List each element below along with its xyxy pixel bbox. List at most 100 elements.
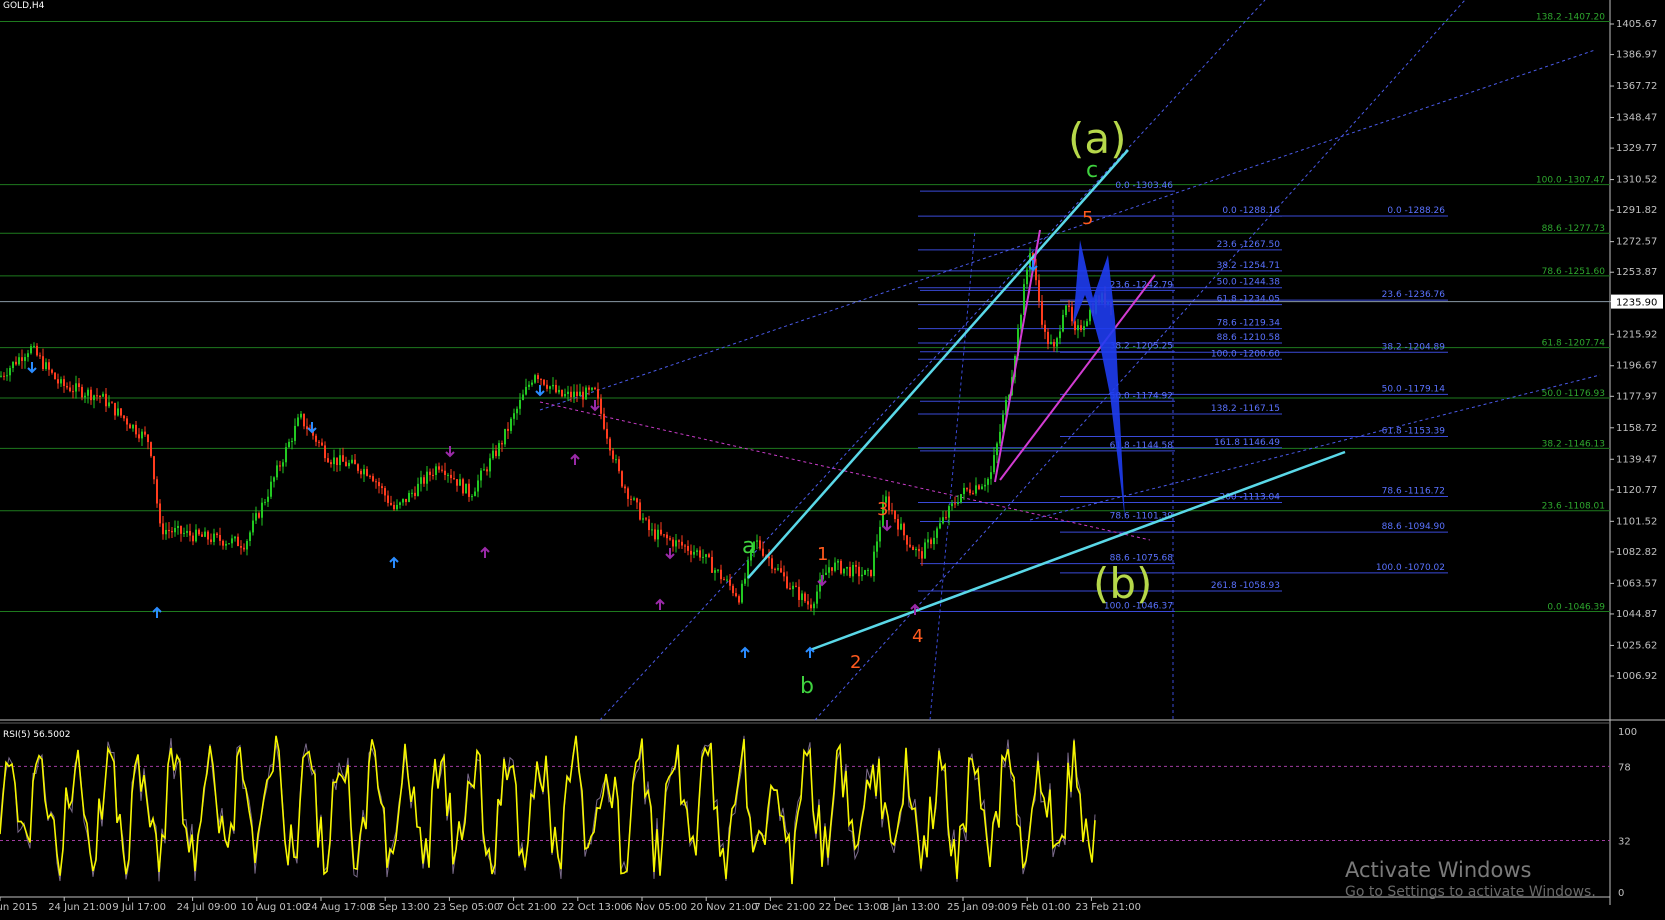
candle-body [351,459,353,463]
candle-body [129,424,131,429]
time-tick-label: 20 Nov 21:00 [690,902,757,913]
candle-body [462,479,464,494]
candle-body [636,498,638,503]
cyan-trend-line-upper [747,149,1129,579]
candle-body [780,568,782,573]
candle-body [195,529,197,542]
fib-right-level-label: 50.0 -1179.14 [1382,384,1446,394]
candle-body [1089,309,1091,322]
candle-body [210,539,212,542]
price-tick-label: 1386.97 [1616,50,1657,61]
candle-body [543,379,545,385]
candle-body [153,456,155,480]
candle-body [63,379,65,387]
candle-body [168,529,170,532]
wave-label-2: 2 [850,652,861,673]
candle-body [15,361,17,365]
candle-body [618,459,620,472]
candle-body [915,548,917,551]
candle-body [339,455,341,466]
candle-body [255,513,257,521]
candle-body [69,387,71,392]
candle-body [147,434,149,443]
candle-body [384,488,386,496]
activate-windows-title: Activate Windows [1345,858,1532,882]
candle-body [60,379,62,384]
candle-body [828,567,830,573]
candle-body [0,375,2,377]
candle-body [834,562,836,571]
candle-body [984,484,986,487]
candle-body [156,479,158,504]
candle-body [708,554,710,557]
fib-mid-level-label: 50.0 -1244.38 [1217,278,1281,288]
candle-body [720,569,722,580]
candle-body [513,413,515,419]
candle-body [948,506,950,518]
fib-right-level-label: 78.6 -1116.72 [1382,486,1445,496]
candle-body [681,541,683,546]
candle-body [444,470,446,475]
wave-label-3: 3 [877,499,888,520]
candle-body [246,541,248,550]
candle-body [417,483,419,496]
candle-body [531,382,533,385]
candle-body [642,518,644,520]
fractal-down-arrow [27,362,37,374]
candle-body [174,528,176,533]
candle-body [222,540,224,546]
price-tick-label: 1006.92 [1616,671,1657,682]
candle-body [576,391,578,397]
fractal-down-arrow [445,446,455,458]
candle-body [588,387,590,390]
candle-body [408,493,410,502]
candle-body [183,532,185,534]
fib-mid-level-label: 88.6 -1210.58 [1217,333,1281,343]
candle-body [30,346,32,354]
candle-body [483,469,485,471]
candle-body [1056,338,1058,347]
candle-body [318,441,320,443]
wave-label-4: 4 [912,626,923,647]
candle-body [897,519,899,530]
candle-body [804,593,806,602]
candle-body [552,384,554,387]
candle-body [1086,321,1088,327]
time-tick-label: 7 Dec 21:00 [754,902,815,913]
candle-body [219,535,221,541]
fib-left-level-label: 0.0 -1303.46 [1115,181,1173,191]
candle-body [1044,324,1046,332]
candle-body [906,535,908,545]
candle-body [900,523,902,530]
candle-body [273,477,275,482]
price-tick-label: 1177.97 [1616,391,1657,402]
candle-body [840,560,842,574]
candle-body [981,486,983,490]
candle-body [72,391,74,393]
price-axis: 1405.67 1386.97 1367.72 1348.47 1329.77 1310.… [1610,19,1663,682]
candle-body [861,574,863,577]
green-level-label: 50.0 -1176.93 [1542,389,1605,399]
green-level-label: 138.2 -1407.20 [1536,12,1605,22]
candle-body [51,369,53,373]
candle-body [429,471,431,475]
candle-body [285,447,287,463]
candle-body [705,554,707,557]
candle-body [177,525,179,529]
candle-body [243,547,245,550]
candle-body [873,551,875,577]
fractal-down-arrow [535,385,545,397]
candle-body [390,502,392,505]
candle-body [42,356,44,370]
time-tick-label: 23 Feb 21:00 [1075,902,1141,913]
candle-body [1062,315,1064,332]
candle-body [393,504,395,510]
fib-right-level-label: 38.2 -1204.89 [1382,342,1446,352]
candle-body [336,457,338,466]
candle-body [870,569,872,577]
candle-body [1041,301,1043,325]
fractal-up-arrow [152,606,162,618]
candle-body [726,579,728,581]
candle-body [495,450,497,457]
candle-body [771,558,773,569]
